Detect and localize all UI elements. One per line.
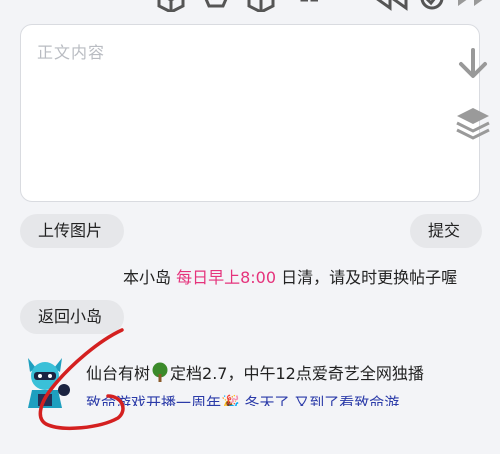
cube-icon[interactable]	[156, 0, 186, 12]
quote-icon[interactable]	[298, 0, 324, 12]
back-to-island-button[interactable]: 返回小岛	[20, 300, 124, 334]
post-title-b: 定档2.7，中午12点爱奇艺全网独播	[170, 364, 424, 383]
check-icon[interactable]	[418, 0, 446, 12]
rewind-icon[interactable]	[372, 0, 408, 12]
content-textarea[interactable]: 正文内容	[20, 24, 480, 202]
crown-icon[interactable]	[200, 0, 232, 12]
post-excerpt[interactable]: 致命游戏开播一周年🎉 冬天了 又到了看致命游	[86, 392, 399, 406]
post-title-a: 仙台有树	[86, 364, 151, 383]
notice-prefix: 本小岛	[123, 268, 177, 287]
arrow-down-icon[interactable]	[456, 48, 490, 80]
notice-suffix: 日清，请及时更换帖子喔	[276, 268, 458, 287]
notice-highlight: 每日早上8:00	[176, 268, 277, 287]
layers-icon[interactable]	[454, 106, 492, 142]
content-placeholder: 正文内容	[37, 43, 106, 62]
tree-icon	[152, 362, 168, 382]
upload-image-button[interactable]: 上传图片	[20, 214, 124, 248]
fast-forward-icon[interactable]	[456, 0, 492, 12]
post-title[interactable]: 仙台有树 定档2.7，中午12点爱奇艺全网独播	[86, 360, 424, 384]
submit-button[interactable]: 提交	[410, 214, 482, 248]
avatar[interactable]	[16, 350, 74, 412]
top-toolbar	[0, 0, 500, 12]
daily-clear-notice: 本小岛 每日早上8:00 日清，请及时更换帖子喔	[123, 264, 457, 288]
box-icon[interactable]	[246, 0, 276, 12]
